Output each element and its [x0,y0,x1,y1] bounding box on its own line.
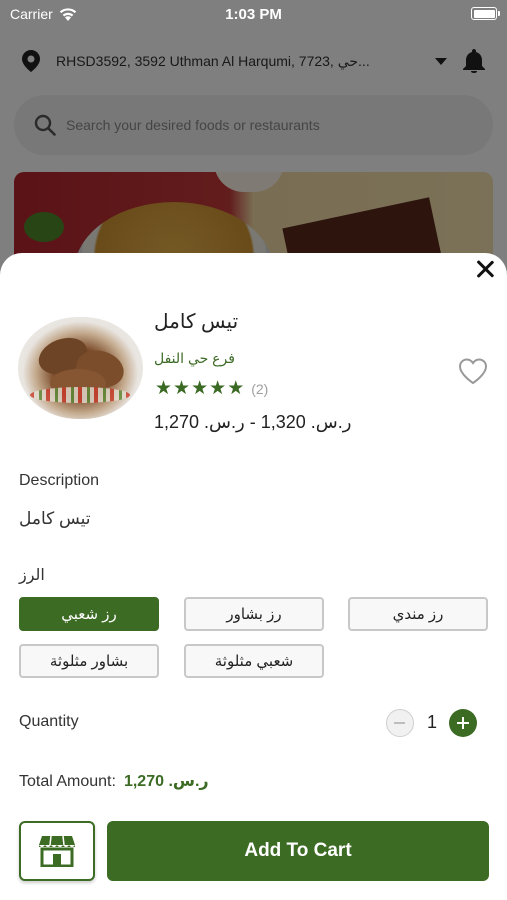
total-label: Total Amount: [19,773,116,790]
heart-icon[interactable] [458,357,488,385]
description-text: تيس كامل [19,509,91,528]
review-count: (2) [251,381,269,397]
star-icon: ★ [209,378,227,399]
product-title: تيس كامل [154,311,239,333]
minus-icon[interactable] [386,709,414,737]
product-detail-sheet: تيس كامل فرع حي النفل ★ ★ ★ ★ ★ (2) ر.س.… [0,253,507,900]
option-shaabi-mathlotha[interactable]: شعبي مثلوثة [184,644,324,678]
store-icon [39,835,75,867]
status-time: 1:03 PM [225,6,282,23]
status-bar: Carrier 1:03 PM [0,0,507,30]
star-icon: ★ [173,378,191,399]
product-image [18,317,143,419]
price-range: ر.س. 1,320 - ر.س. 1,270 [154,412,352,432]
quantity-label: Quantity [19,713,79,730]
option-label: رز شعبي [61,606,117,623]
store-button[interactable] [19,821,95,881]
option-label: شعبي مثلوثة [214,653,294,670]
quantity-value: 1 [426,712,437,732]
option-label: رز مندي [392,606,444,623]
option-rice-bshawer[interactable]: رز بشاور [184,597,324,631]
close-icon[interactable] [473,257,497,281]
option-bshawer-mathlotha[interactable]: بشاور مثلوثة [19,644,159,678]
option-rice-mandi[interactable]: رز مندي [348,597,488,631]
branch-name[interactable]: فرع حي النفل [154,350,235,367]
star-icon: ★ [191,378,209,399]
option-label: رز بشاور [226,606,282,623]
option-label: بشاور مثلوثة [49,653,129,670]
total-amount: Total Amount: ر.س. 1,270 [19,771,209,791]
plus-icon[interactable] [449,709,477,737]
add-to-cart-button[interactable]: Add To Cart [107,821,489,881]
total-value: ر.س. 1,270 [123,773,209,790]
description-label: Description [19,472,100,489]
battery-icon [471,7,500,20]
option-group-label: الرز [19,567,45,584]
rating: ★ ★ ★ ★ ★ (2) [155,379,268,399]
star-icon: ★ [227,378,245,399]
star-icon: ★ [155,378,173,399]
option-rice-shaabi[interactable]: رز شعبي [19,597,159,631]
